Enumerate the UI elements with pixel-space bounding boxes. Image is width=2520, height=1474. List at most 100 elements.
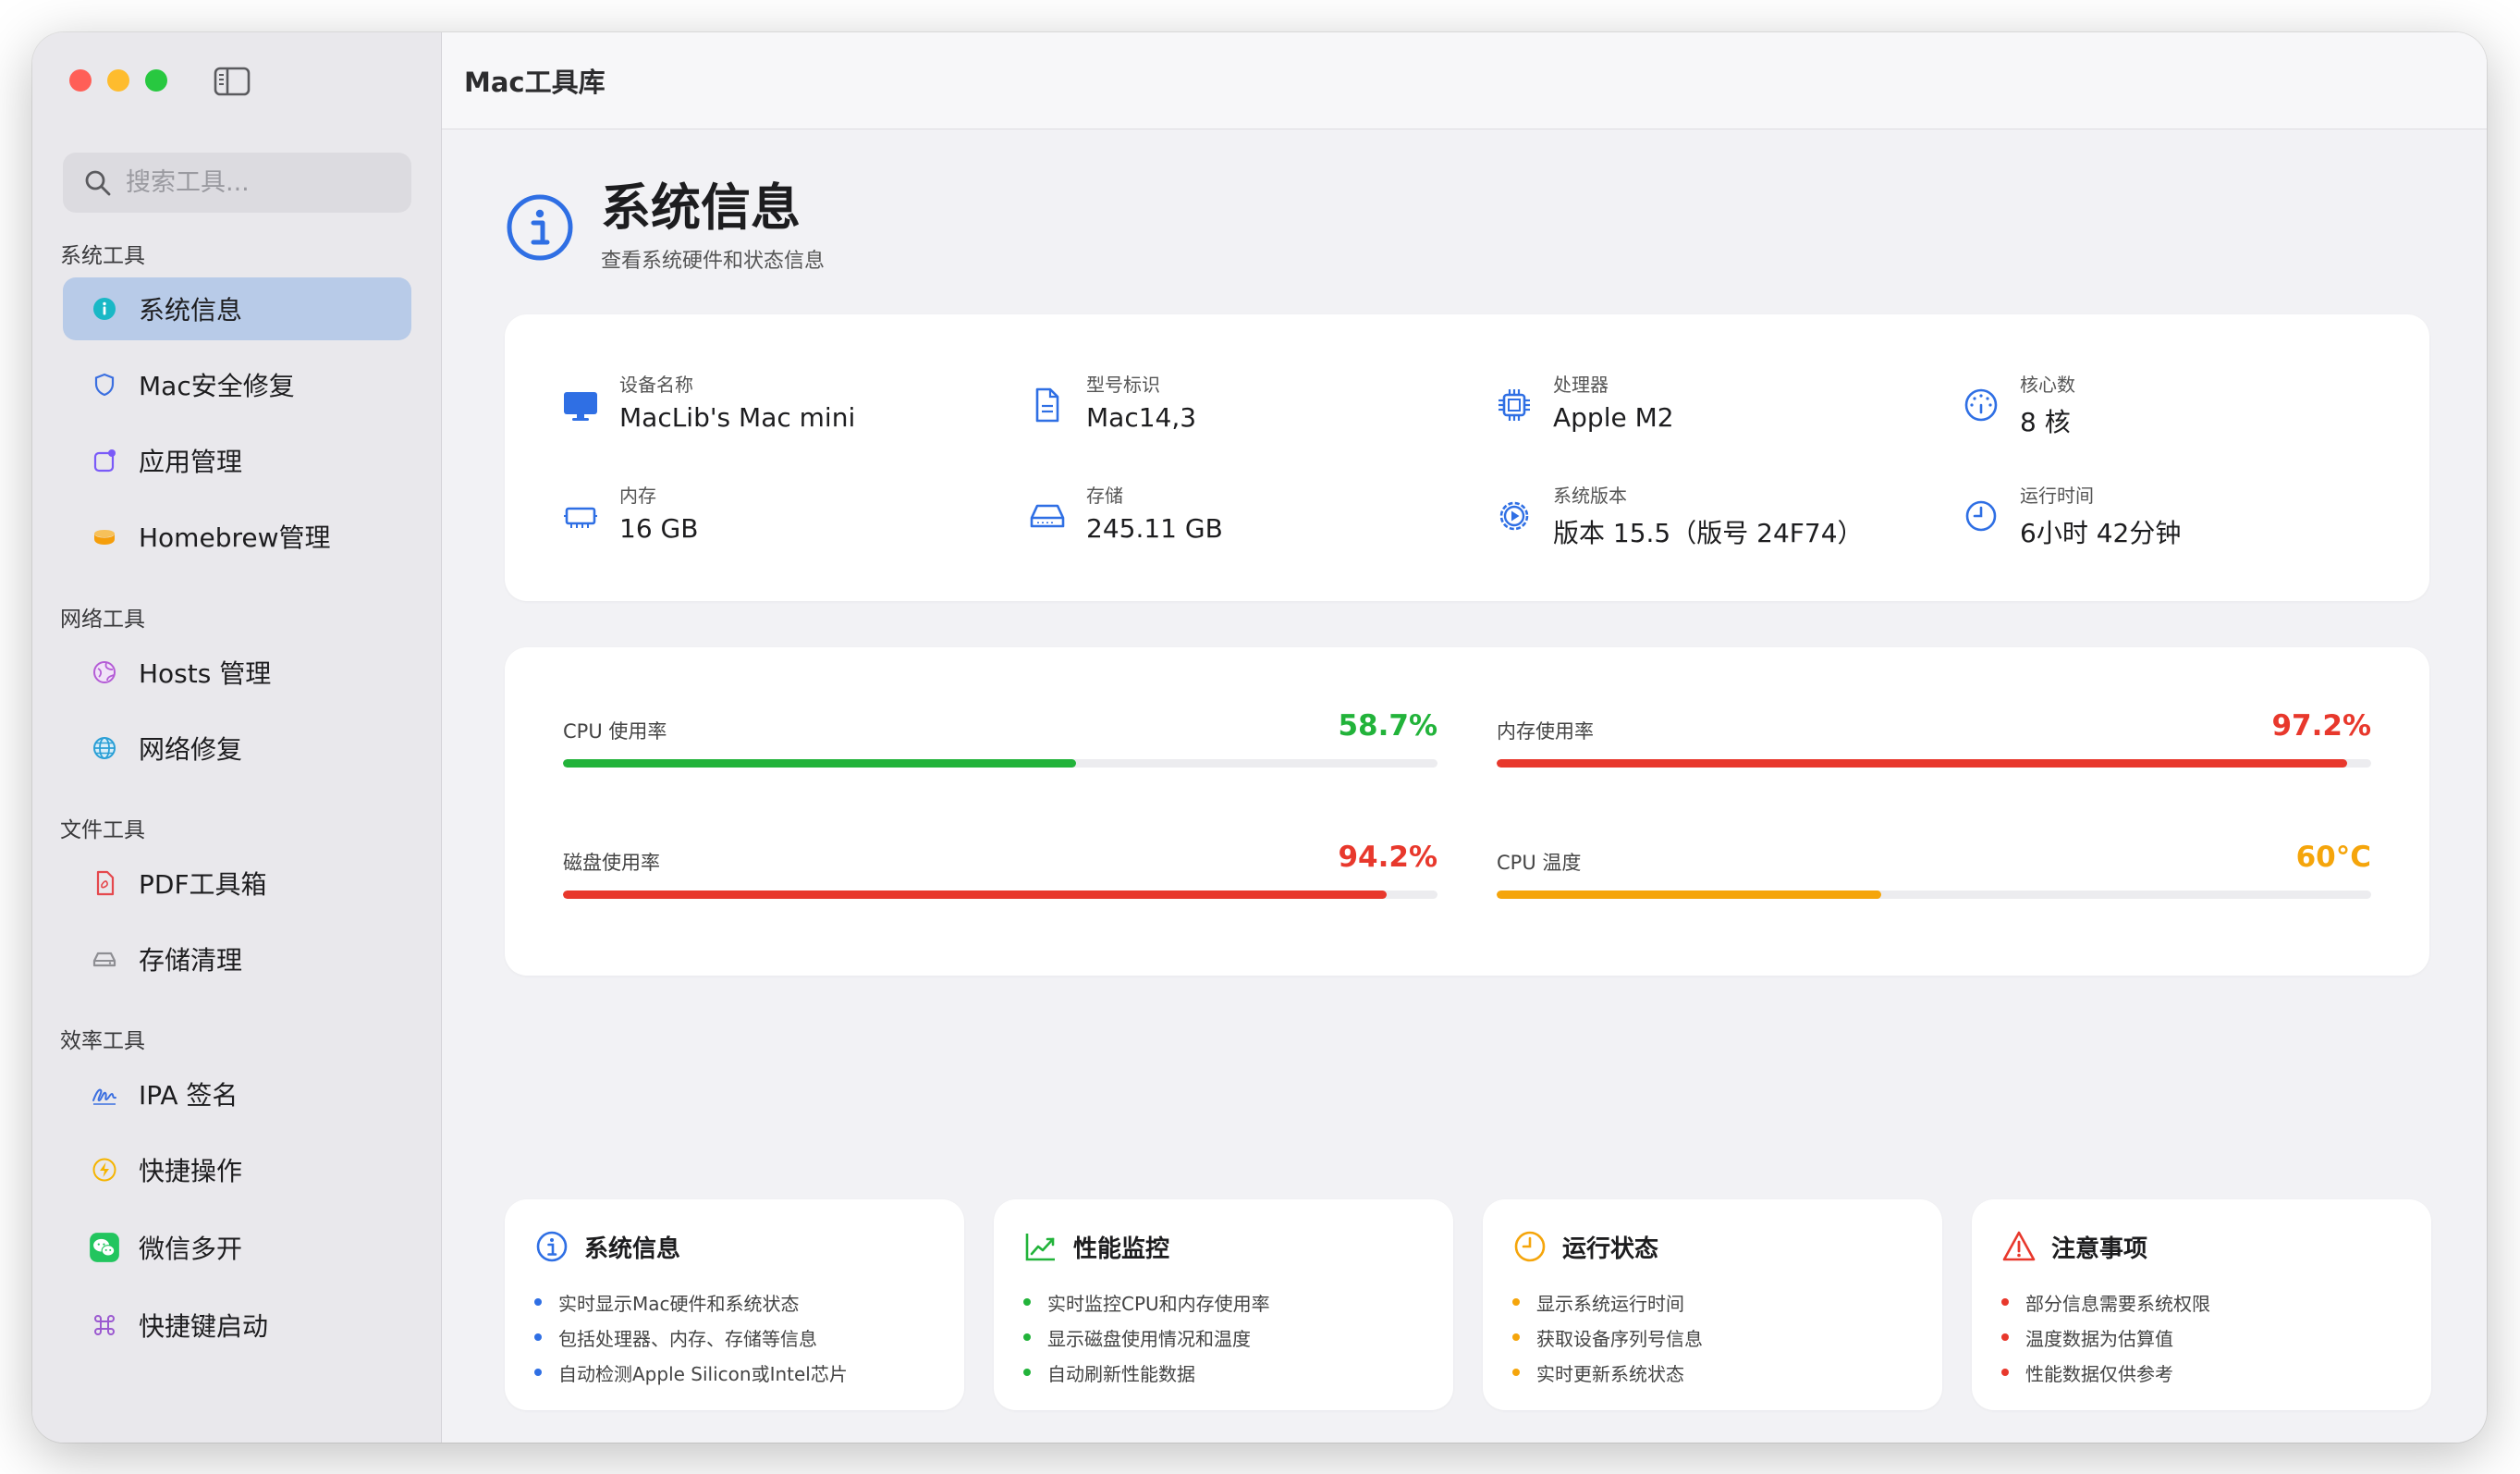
wechat-icon [89, 1232, 120, 1263]
section-title-system: 系统工具 [60, 244, 145, 268]
section-title-efficiency: 效率工具 [60, 1029, 145, 1053]
sidebar-item-pdf-toolbox[interactable]: PDF工具箱 [63, 852, 411, 915]
cpu-temperature-value: 60°C [2295, 841, 2371, 874]
list-item: 实时显示Mac硬件和系统状态 [534, 1284, 848, 1320]
command-key-icon [89, 1309, 120, 1341]
list-item: 自动刷新性能数据 [1023, 1355, 1270, 1390]
search-field[interactable] [63, 153, 411, 213]
globe-icon [89, 657, 120, 688]
clock-icon [1514, 1231, 1546, 1262]
sidebar-item-label: 网络修复 [139, 734, 243, 765]
sidebar-item-label: 系统信息 [139, 295, 243, 326]
document-icon [1035, 387, 1059, 423]
feature-card-system-info: 系统信息 实时显示Mac硬件和系统状态 包括处理器、内存、存储等信息 自动检测A… [505, 1199, 964, 1410]
disk-usage-bar [563, 891, 1437, 899]
gear-play-icon [1499, 501, 1529, 531]
info-circle-icon [507, 194, 573, 261]
disk-usage-label: 磁盘使用率 [563, 852, 660, 874]
app-window: 系统工具 系统信息 Mac安全修复 应用管理 Homebrew管理 网络工具 H… [32, 32, 2487, 1443]
sidebar-item-label: 快捷操作 [139, 1156, 243, 1186]
cpu-usage-label: CPU 使用率 [563, 720, 667, 743]
homebrew-mug-icon [89, 521, 120, 552]
list-item: 显示磁盘使用情况和温度 [1023, 1320, 1270, 1355]
sidebar-item-app-management[interactable]: 应用管理 [63, 429, 411, 492]
zoom-window-button[interactable] [145, 69, 167, 92]
cpu-usage-fill [563, 759, 1077, 768]
page-subtitle: 查看系统硬件和状态信息 [601, 250, 826, 274]
list-item: 温度数据为估算值 [2001, 1320, 2210, 1355]
info-uptime: 运行时间 6小时 42分钟 [1961, 481, 2181, 550]
cpu-temperature-bar [1497, 891, 2371, 899]
minimize-window-button[interactable] [107, 69, 129, 92]
feature-title: 系统信息 [584, 1234, 681, 1263]
list-item: 显示系统运行时间 [1512, 1284, 1703, 1320]
sidebar-item-storage-cleanup[interactable]: 存储清理 [63, 927, 411, 990]
shield-icon [89, 369, 120, 400]
list-item: 获取设备序列号信息 [1512, 1320, 1703, 1355]
signature-icon [89, 1078, 120, 1110]
sidebar-toggle-icon[interactable] [213, 65, 251, 98]
info-processor: 处理器 Apple M2 [1494, 370, 1674, 433]
sidebar-item-network-repair[interactable]: 网络修复 [63, 717, 411, 780]
feature-card-runtime-status: 运行状态 显示系统运行时间 获取设备序列号信息 实时更新系统状态 [1483, 1199, 1942, 1410]
list-item: 部分信息需要系统权限 [2001, 1284, 2210, 1320]
close-window-button[interactable] [69, 69, 92, 92]
memory-usage-bar [1497, 759, 2371, 768]
page-title: 系统信息 [601, 178, 801, 237]
info-circle-icon [89, 293, 120, 325]
feature-card-notes: 注意事项 部分信息需要系统权限 温度数据为估算值 性能数据仅供参考 [1972, 1199, 2431, 1410]
network-globe-icon [89, 732, 120, 764]
disk-usage-value: 94.2% [1338, 841, 1437, 874]
feature-card-performance: 性能监控 实时监控CPU和内存使用率 显示磁盘使用情况和温度 自动刷新性能数据 [994, 1199, 1453, 1410]
cpu-usage-value: 58.7% [1338, 709, 1437, 743]
memory-usage-label: 内存使用率 [1497, 720, 1594, 743]
list-item: 实时更新系统状态 [1512, 1355, 1703, 1390]
pdf-file-icon [89, 867, 120, 899]
sidebar-item-label: 存储清理 [139, 945, 243, 976]
search-icon [85, 170, 111, 195]
memory-usage-value: 97.2% [2271, 709, 2371, 743]
cpu-usage-bar [563, 759, 1437, 768]
section-title-network: 网络工具 [60, 608, 145, 632]
toolbar: Mac工具库 [442, 32, 2487, 129]
info-model-id: 型号标识 Mac14,3 [1027, 370, 1196, 433]
list-item: 性能数据仅供参考 [2001, 1355, 2210, 1390]
lightning-icon [89, 1154, 120, 1185]
feature-title: 注意事项 [2051, 1234, 2148, 1263]
sidebar-item-shortcut-launch[interactable]: 快捷键启动 [63, 1294, 411, 1357]
search-input[interactable] [126, 168, 403, 197]
sidebar-item-label: 微信多开 [139, 1234, 243, 1264]
desktop-icon [564, 392, 597, 421]
sidebar-item-label: 应用管理 [139, 447, 243, 477]
sidebar-item-mac-security[interactable]: Mac安全修复 [63, 353, 411, 416]
sidebar-item-wechat-multi[interactable]: 微信多开 [63, 1216, 411, 1279]
sidebar-item-hosts[interactable]: Hosts 管理 [63, 641, 411, 704]
chart-line-icon [1025, 1234, 1055, 1261]
info-memory: 内存 16 GB [560, 481, 698, 544]
sidebar: 系统工具 系统信息 Mac安全修复 应用管理 Homebrew管理 网络工具 H… [32, 32, 442, 1443]
sidebar-item-homebrew[interactable]: Homebrew管理 [63, 505, 411, 568]
app-title: Mac工具库 [464, 67, 606, 98]
memory-icon [564, 507, 597, 528]
cpu-temperature-label: CPU 温度 [1497, 852, 1582, 874]
sidebar-item-quick-actions[interactable]: 快捷操作 [63, 1138, 411, 1201]
info-device-name: 设备名称 MacLib's Mac mini [560, 370, 855, 433]
disk-drive-icon [89, 943, 120, 975]
info-storage: 存储 245.11 GB [1027, 481, 1223, 544]
feature-title: 性能监控 [1073, 1234, 1170, 1263]
cpu-temperature-fill [1497, 891, 1882, 899]
app-window-icon [89, 445, 120, 476]
cpu-chip-icon [1499, 389, 1530, 421]
sidebar-item-label: Homebrew管理 [139, 522, 331, 553]
page-header: 系统信息 查看系统硬件和状态信息 [505, 180, 825, 274]
list-item: 实时监控CPU和内存使用率 [1023, 1284, 1270, 1320]
sidebar-item-ipa-signing[interactable]: IPA 签名 [63, 1063, 411, 1125]
info-core-count: 核心数 8 核 [1961, 370, 2075, 439]
clock-icon [1965, 500, 1997, 532]
system-info-card: 设备名称 MacLib's Mac mini 型号标识 Mac14,3 处理器 App… [505, 314, 2429, 601]
disk-usage-fill [563, 891, 1388, 899]
list-item: 包括处理器、内存、存储等信息 [534, 1320, 848, 1355]
warning-triangle-icon [2002, 1231, 2036, 1261]
sidebar-item-system-info[interactable]: 系统信息 [63, 277, 411, 340]
usage-card: CPU 使用率 58.7% 内存使用率 97.2% 磁盘使用率 94.2% CP… [505, 647, 2429, 976]
